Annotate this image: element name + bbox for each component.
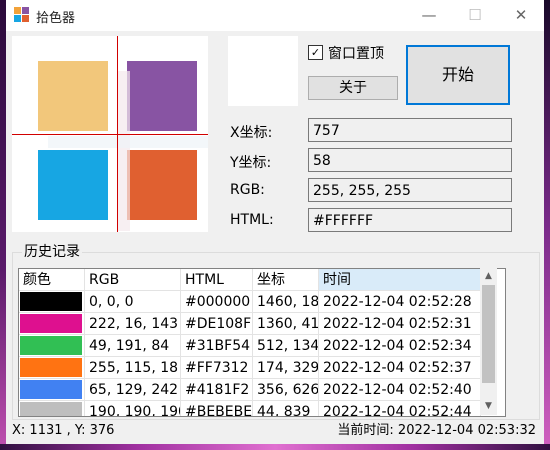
rgb-field[interactable]: 255, 255, 255 [308,178,512,202]
current-color-swatch [228,36,298,106]
table-row[interactable]: 255, 115, 18 #FF7312 174, 329 2022-12-04… [19,357,505,379]
preview-tile-orange [38,61,108,131]
history-scrollbar[interactable]: ▲ ▼ [480,268,497,415]
rgb-cell: 49, 191, 84 [85,335,181,357]
table-row[interactable]: 222, 16, 143 #DE108F 1360, 412 2022-12-0… [19,313,505,335]
time-cell: 2022-12-04 02:52:37 [319,357,481,379]
coord-cell: 174, 329 [253,357,319,379]
history-table[interactable]: 颜色 RGB HTML 坐标 时间 0, 0, 0 #000000 1460, … [18,268,506,417]
desktop-background-bottom [0,444,550,450]
color-swatch [20,380,82,399]
status-bar: X: 1131 , Y: 376 当前时间: 2022-12-04 02:53:… [6,420,544,444]
column-header-coord[interactable]: 坐标 [253,269,319,291]
rgb-cell: 222, 16, 143 [85,313,181,335]
preview-ghost-2 [48,136,208,148]
window-title: 拾色器 [36,11,76,26]
topmost-checkbox-label[interactable]: 窗口置顶 [328,43,384,63]
table-row[interactable]: 49, 191, 84 #31BF54 512, 134 2022-12-04 … [19,335,505,357]
start-button[interactable]: 开始 [406,45,510,105]
history-group-label: 历史记录 [22,241,82,261]
rgb-cell: 255, 115, 18 [85,357,181,379]
coord-cell: 512, 134 [253,335,319,357]
magnifier-preview [12,36,208,232]
color-cell [19,357,85,379]
color-cell [19,291,85,313]
scrollbar-thumb[interactable] [482,285,495,383]
maximize-button[interactable]: ☐ [452,0,498,31]
time-cell: 2022-12-04 02:52:40 [319,379,481,401]
table-row[interactable]: 0, 0, 0 #000000 1460, 182 2022-12-04 02:… [19,291,505,313]
about-button[interactable]: 关于 [308,76,398,100]
preview-tile-blue [38,150,108,220]
rgb-cell: 190, 190, 190 [85,401,181,416]
html-cell: #000000 [181,291,253,313]
minimize-button[interactable]: — [406,0,452,31]
rgb-label: RGB: [230,182,265,198]
time-cell: 2022-12-04 02:52:34 [319,335,481,357]
scroll-down-arrow-icon[interactable]: ▼ [480,398,497,415]
color-cell [19,335,85,357]
app-icon-tile-3 [14,15,21,22]
color-swatch [20,336,82,355]
preview-tile-red [127,150,197,220]
time-cell: 2022-12-04 02:52:28 [319,291,481,313]
color-swatch [20,292,82,311]
coord-cell: 1360, 412 [253,313,319,335]
scroll-up-arrow-icon[interactable]: ▲ [480,268,497,285]
crosshair-horizontal [12,134,208,135]
mouse-position-status: X: 1131 , Y: 376 [12,423,115,438]
html-cell: #BEBEBE [181,401,253,416]
column-header-html[interactable]: HTML [181,269,253,291]
coord-cell: 356, 626 [253,379,319,401]
html-cell: #FF7312 [181,357,253,379]
app-icon [14,7,30,23]
html-cell: #4181F2 [181,379,253,401]
coord-cell: 1460, 182 [253,291,319,313]
color-picker-window: 拾色器 — ☐ ✕ ✓ 窗口置顶 关于 开始 X坐标: 757 Y坐标: 58 … [6,0,544,444]
rgb-cell: 0, 0, 0 [85,291,181,313]
html-cell: #31BF54 [181,335,253,357]
x-coordinate-label: X坐标: [230,125,273,141]
table-row[interactable]: 190, 190, 190 #BEBEBE 44, 839 2022-12-04… [19,401,505,416]
coord-cell: 44, 839 [253,401,319,416]
color-cell [19,379,85,401]
table-row[interactable]: 65, 129, 242 #4181F2 356, 626 2022-12-04… [19,379,505,401]
column-header-rgb[interactable]: RGB [85,269,181,291]
html-cell: #DE108F [181,313,253,335]
app-icon-tile-1 [14,7,21,14]
time-cell: 2022-12-04 02:52:31 [319,313,481,335]
table-header: 颜色 RGB HTML 坐标 时间 [19,269,505,291]
x-coordinate-field[interactable]: 757 [308,118,512,142]
desktop-background-right [544,0,550,450]
color-cell [19,313,85,335]
current-time-status: 当前时间: 2022-12-04 02:53:32 [337,423,536,438]
color-swatch [20,358,82,377]
html-label: HTML: [230,212,274,228]
y-coordinate-label: Y坐标: [230,155,272,171]
title-bar[interactable]: 拾色器 — ☐ ✕ [6,0,544,31]
color-swatch [20,314,82,333]
color-cell [19,401,85,416]
close-button[interactable]: ✕ [498,0,544,31]
topmost-checkbox[interactable]: ✓ [308,45,323,60]
preview-tile-purple [127,61,197,131]
preview-ghost-1 [118,71,130,231]
y-coordinate-field[interactable]: 58 [308,148,512,172]
color-swatch [20,402,82,416]
app-icon-tile-2 [22,7,29,14]
html-field[interactable]: #FFFFFF [308,208,512,232]
time-cell: 2022-12-04 02:52:44 [319,401,481,416]
column-header-color[interactable]: 颜色 [19,269,85,291]
app-icon-tile-4 [22,15,29,22]
column-header-time[interactable]: 时间 [319,269,481,291]
rgb-cell: 65, 129, 242 [85,379,181,401]
